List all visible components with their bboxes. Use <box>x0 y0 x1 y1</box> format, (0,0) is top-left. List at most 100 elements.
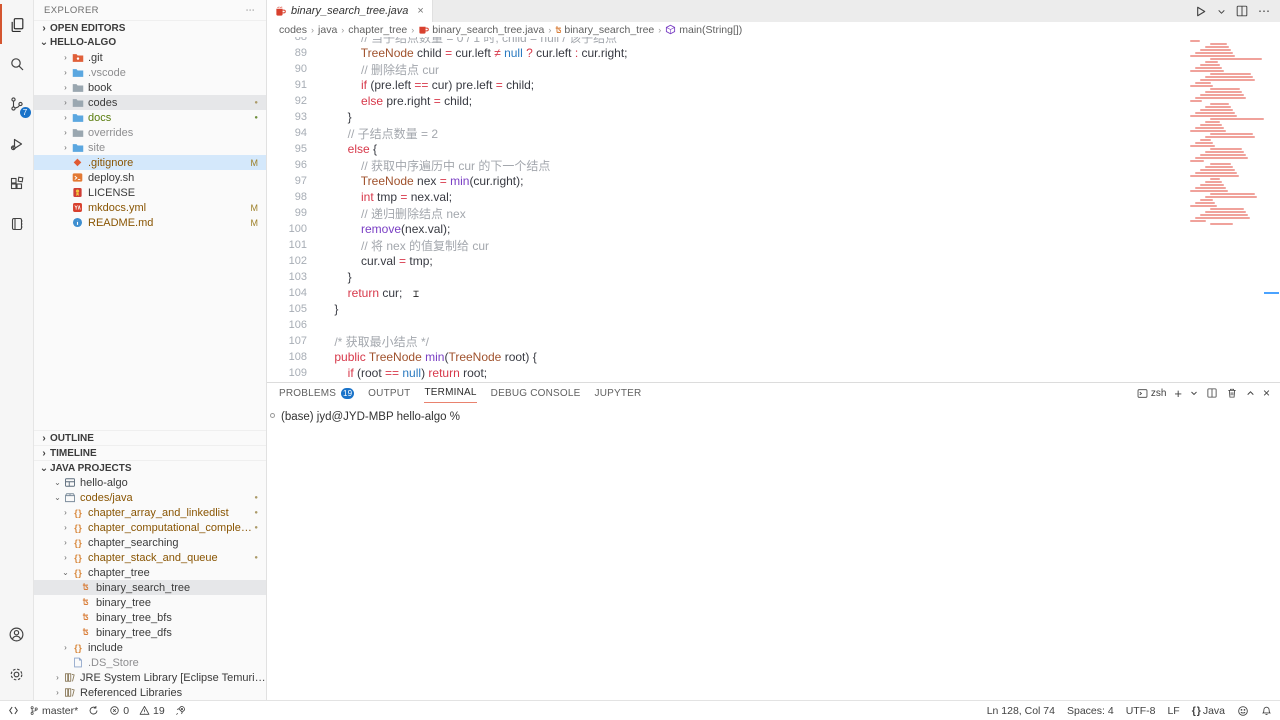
code-line-94[interactable]: 94 // 子结点数量 = 2 <box>267 125 1190 141</box>
close-panel-icon[interactable]: × <box>1263 386 1270 400</box>
tree-item-readme-md[interactable]: README.mdM <box>34 215 266 230</box>
tree-item-mkdocs-yml[interactable]: mkdocs.ymlM <box>34 200 266 215</box>
encoding[interactable]: UTF-8 <box>1126 705 1156 717</box>
tree-item-codes-java[interactable]: ⌄codes/java● <box>34 490 266 505</box>
overview-ruler[interactable] <box>1263 37 1280 382</box>
code-line-107[interactable]: 107 /* 获取最小结点 */ <box>267 333 1190 349</box>
code-line-88[interactable]: 88 // 当子结点数量 = 0 / 1 时, child = null / 该… <box>267 37 1190 45</box>
run-button[interactable] <box>1193 4 1208 19</box>
notifications-bell[interactable] <box>1261 705 1272 716</box>
warnings[interactable]: 19 <box>139 705 165 717</box>
code-line-100[interactable]: 100 remove(nex.val); <box>267 221 1190 237</box>
code-line-104[interactable]: 104 return cur; <box>267 285 1190 301</box>
breadcrumb-binary-search-tree[interactable]: ʦbinary_search_tree <box>555 24 654 36</box>
tree-item-license[interactable]: LICENSE <box>34 185 266 200</box>
code-editor[interactable]: 88 // 当子结点数量 = 0 / 1 时, child = null / 该… <box>267 37 1280 382</box>
remote-indicator[interactable] <box>8 705 19 716</box>
panel-tab-problems[interactable]: PROBLEMS19 <box>279 383 354 403</box>
code-line-97[interactable]: 97 TreeNode nex = min(cur.right); <box>267 173 1190 189</box>
explorer-more-actions[interactable]: ⋯ <box>246 5 257 16</box>
terminal-shell-selector[interactable]: zsh <box>1137 388 1167 399</box>
code-line-106[interactable]: 106 <box>267 317 1190 333</box>
tree-item--git[interactable]: ›.git <box>34 50 266 65</box>
more-actions-icon[interactable]: ⋯ <box>1258 4 1270 18</box>
tab-binary-search-tree[interactable]: binary_search_tree.java × <box>267 0 433 22</box>
tree-item-deploy-sh[interactable]: deploy.sh <box>34 170 266 185</box>
search-icon[interactable] <box>0 44 34 84</box>
run-debug-icon[interactable] <box>0 124 34 164</box>
extensions-icon[interactable] <box>0 164 34 204</box>
code-line-89[interactable]: 89 TreeNode child = cur.left ≠ null ? cu… <box>267 45 1190 61</box>
timeline-section[interactable]: › TIMELINE <box>34 445 266 460</box>
tree-item-docs[interactable]: ›docs● <box>34 110 266 125</box>
java-projects-section[interactable]: ⌄ JAVA PROJECTS <box>34 460 266 475</box>
tree-item-codes[interactable]: ›codes● <box>34 95 266 110</box>
java-server-status[interactable] <box>175 705 186 716</box>
panel-tab-output[interactable]: OUTPUT <box>368 383 410 403</box>
language-mode[interactable]: { }Java <box>1192 705 1225 717</box>
breadcrumb-java[interactable]: java <box>318 24 337 36</box>
tree-item-jre-system-library-eclipse-temurin-17-17-[interactable]: ›JRE System Library [Eclipse Temurin 17 … <box>34 670 266 685</box>
code-line-109[interactable]: 109 if (root == null) return root; <box>267 365 1190 381</box>
panel-tab-debug-console[interactable]: DEBUG CONSOLE <box>491 383 581 403</box>
maximize-panel-icon[interactable] <box>1246 389 1255 398</box>
split-editor-icon[interactable] <box>1235 4 1249 18</box>
project-root-hello-algo[interactable]: ⌄ HELLO-ALGO <box>34 35 266 50</box>
notebook-icon[interactable] <box>0 204 34 244</box>
indentation[interactable]: Spaces: 4 <box>1067 705 1114 717</box>
tree-item-binary-search-tree[interactable]: ʦbinary_search_tree <box>34 580 266 595</box>
breadcrumb-chapter-tree[interactable]: chapter_tree <box>348 24 407 36</box>
code-line-91[interactable]: 91 if (pre.left == cur) pre.left = child… <box>267 77 1190 93</box>
tree-item-hello-algo[interactable]: ⌄hello-algo <box>34 475 266 490</box>
breadcrumb-codes[interactable]: codes <box>279 24 307 36</box>
tree-item-site[interactable]: ›site <box>34 140 266 155</box>
tree-item-chapter-array-and-linkedlist[interactable]: ›{ }chapter_array_and_linkedlist● <box>34 505 266 520</box>
code-line-92[interactable]: 92 else pre.right = child; <box>267 93 1190 109</box>
tree-item-book[interactable]: ›book <box>34 80 266 95</box>
split-terminal-icon[interactable] <box>1206 387 1218 399</box>
code-line-90[interactable]: 90 // 删除结点 cur <box>267 61 1190 77</box>
code-line-93[interactable]: 93 } <box>267 109 1190 125</box>
code-line-108[interactable]: 108 public TreeNode min(TreeNode root) { <box>267 349 1190 365</box>
breadcrumb-binary-search-tree-java[interactable]: binary_search_tree.java <box>418 24 544 36</box>
tree-item-chapter-tree[interactable]: ⌄{ }chapter_tree <box>34 565 266 580</box>
tree-item-binary-tree[interactable]: ʦbinary_tree <box>34 595 266 610</box>
run-dropdown-icon[interactable] <box>1217 7 1226 16</box>
terminal-dropdown-icon[interactable] <box>1190 389 1198 397</box>
breadcrumb-main-string-[interactable]: main(String[]) <box>665 24 742 36</box>
tree-item-overrides[interactable]: ›overrides <box>34 125 266 140</box>
code-line-105[interactable]: 105 } <box>267 301 1190 317</box>
eol[interactable]: LF <box>1167 705 1179 717</box>
panel-tab-jupyter[interactable]: JUPYTER <box>595 383 642 403</box>
code-line-101[interactable]: 101 // 将 nex 的值复制给 cur <box>267 237 1190 253</box>
settings-gear-icon[interactable] <box>0 654 34 694</box>
minimap[interactable] <box>1190 40 1262 226</box>
code-line-99[interactable]: 99 // 递归删除结点 nex <box>267 205 1190 221</box>
tree-item--gitignore[interactable]: ◆.gitignoreM <box>34 155 266 170</box>
tree-item-include[interactable]: ›{ }include <box>34 640 266 655</box>
tree-item--vscode[interactable]: ›.vscode <box>34 65 266 80</box>
errors[interactable]: 0 <box>109 705 129 717</box>
code-line-95[interactable]: 95 else { <box>267 141 1190 157</box>
sync-button[interactable] <box>88 705 99 716</box>
kill-terminal-icon[interactable] <box>1226 387 1238 399</box>
tree-item-chapter-stack-and-queue[interactable]: ›{ }chapter_stack_and_queue● <box>34 550 266 565</box>
tree-item-chapter-computational-complexity[interactable]: ›{ }chapter_computational_complexity● <box>34 520 266 535</box>
tree-item-referenced-libraries[interactable]: ›Referenced Libraries <box>34 685 266 700</box>
code-line-103[interactable]: 103 } <box>267 269 1190 285</box>
tree-item-binary-tree-bfs[interactable]: ʦbinary_tree_bfs <box>34 610 266 625</box>
tree-item--ds-store[interactable]: .DS_Store <box>34 655 266 670</box>
feedback[interactable] <box>1237 705 1249 717</box>
cursor-position[interactable]: Ln 128, Col 74 <box>987 705 1055 717</box>
terminal[interactable]: (base) jyd@JYD-MBP hello-algo % <box>267 403 1280 700</box>
panel-tab-terminal[interactable]: TERMINAL <box>424 383 476 403</box>
tree-item-chapter-searching[interactable]: ›{ }chapter_searching <box>34 535 266 550</box>
new-terminal-icon[interactable]: + <box>1174 386 1182 401</box>
tab-close-icon[interactable]: × <box>417 5 423 17</box>
open-editors-section[interactable]: › OPEN EDITORS <box>34 20 266 35</box>
tree-item-binary-tree-dfs[interactable]: ʦbinary_tree_dfs <box>34 625 266 640</box>
code-line-102[interactable]: 102 cur.val = tmp; <box>267 253 1190 269</box>
source-control-icon[interactable]: 7 <box>0 84 34 124</box>
outline-section[interactable]: › OUTLINE <box>34 430 266 445</box>
git-branch[interactable]: master* <box>29 705 78 717</box>
